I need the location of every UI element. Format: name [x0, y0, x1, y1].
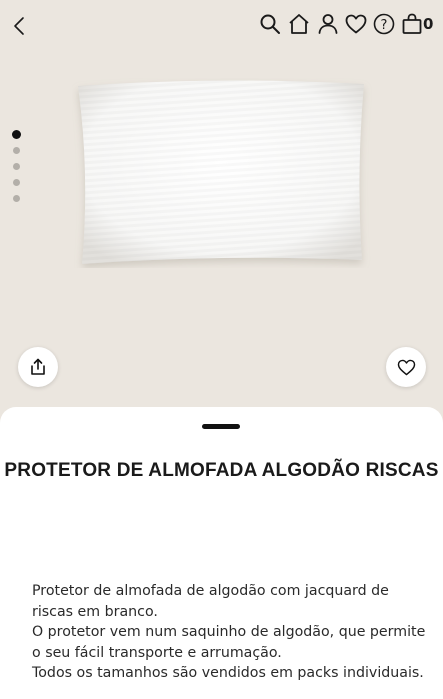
product-info-sheet: PROTETOR DE ALMOFADA ALGODÃO RISCAS Prot…	[0, 407, 443, 699]
description-line-3: Todos os tamanhos são vendidos em packs …	[32, 665, 424, 681]
description-line-1: Protetor de almofada de algodão com jacq…	[32, 583, 389, 620]
share-button[interactable]	[18, 347, 58, 387]
gallery-dot-1[interactable]	[11, 130, 21, 139]
product-image-pillow	[78, 80, 364, 264]
gallery-dot-3[interactable]	[12, 163, 20, 170]
gallery-dot-4[interactable]	[12, 179, 20, 186]
product-title: PROTETOR DE ALMOFADA ALGODÃO RISCAS	[4, 460, 439, 481]
home-icon[interactable]	[287, 12, 311, 36]
user-icon[interactable]	[316, 12, 340, 36]
bag-count[interactable]: 0	[423, 15, 433, 33]
help-icon[interactable]: ?	[372, 12, 396, 36]
product-description: Protetor de almofada de algodão com jacq…	[32, 581, 427, 684]
sheet-drag-handle[interactable]	[202, 424, 240, 429]
description-line-2: O protetor vem num saquinho de algodão, …	[32, 624, 426, 661]
product-image-area[interactable]	[0, 0, 443, 420]
shopping-bag-icon[interactable]	[400, 12, 424, 36]
favorite-button[interactable]	[386, 347, 426, 387]
heart-icon	[397, 359, 415, 375]
top-bar: ? 0	[0, 0, 443, 50]
back-icon[interactable]	[8, 12, 32, 40]
share-icon	[31, 358, 45, 375]
gallery-dot-2[interactable]	[12, 147, 20, 154]
search-icon[interactable]	[258, 12, 282, 36]
wishlist-icon[interactable]	[344, 12, 368, 36]
gallery-pagination	[11, 130, 21, 211]
svg-text:?: ?	[381, 18, 388, 33]
gallery-dot-5[interactable]	[12, 195, 20, 202]
